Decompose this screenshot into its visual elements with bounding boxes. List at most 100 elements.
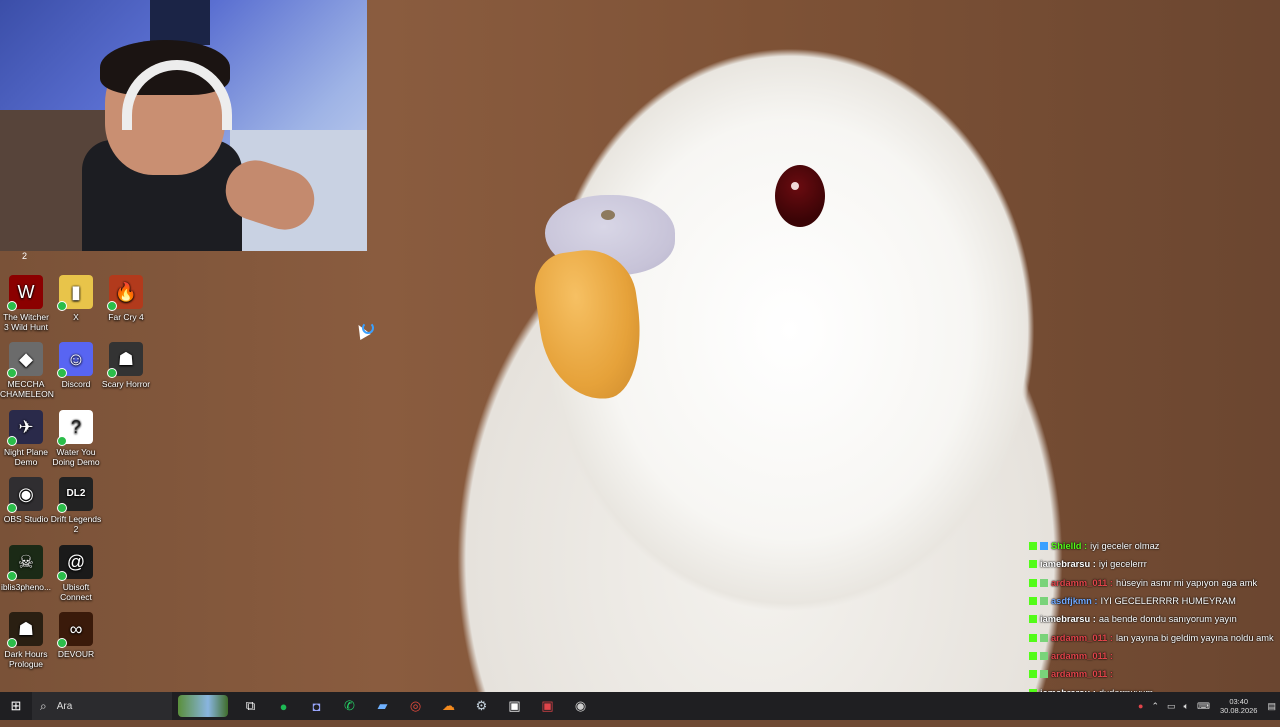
bird-eye-glint bbox=[791, 182, 799, 190]
chat-text: hüseyin asmr mi yapıyon aga amk bbox=[1116, 577, 1258, 588]
sync-check-icon bbox=[7, 301, 17, 311]
desktop-icon-label: Scary Horror bbox=[101, 379, 151, 389]
desktop-icon-label: Drift Legends 2 bbox=[50, 514, 102, 534]
chevron-up-icon[interactable]: ⌃ bbox=[1151, 701, 1159, 712]
chat-text: IYI GECELERRRR HUMEYRAM bbox=[1100, 596, 1236, 607]
sync-check-icon bbox=[7, 638, 17, 648]
stream-app-icon[interactable]: ▣ bbox=[531, 692, 564, 720]
witcher-icon: W bbox=[7, 275, 43, 311]
desktop-icon-label: Discord bbox=[61, 379, 91, 389]
chat-username[interactable]: ardamm_011 : bbox=[1051, 651, 1113, 661]
desktop-icon-label: Far Cry 4 bbox=[108, 312, 144, 322]
desktop-icon-folder[interactable]: ▮ X bbox=[50, 275, 102, 322]
desktop-icon-plane[interactable]: ✈ Night Plane Demo bbox=[0, 410, 52, 467]
chat-username[interactable]: asdfjkmn : bbox=[1051, 596, 1098, 606]
sync-check-icon bbox=[7, 436, 17, 446]
sync-check-icon bbox=[57, 436, 67, 446]
task-view-icon[interactable]: ⧉ bbox=[234, 692, 267, 720]
chat-message: iamebrarsu : iyi gecelerrr bbox=[1026, 555, 1280, 573]
chat-username[interactable]: ardamm_011 : bbox=[1051, 633, 1113, 643]
desktop-icon-chameleon[interactable]: ◆ MECCHA CHAMELEON bbox=[0, 342, 54, 399]
devour-icon: ∞ bbox=[57, 612, 93, 648]
kick-app-icon[interactable]: ▣ bbox=[498, 692, 531, 720]
notification-badge-icon[interactable]: ● bbox=[1138, 701, 1143, 711]
desktop-icon-label: MECCHA CHAMELEON bbox=[0, 379, 54, 399]
chrome-icon[interactable]: ◎ bbox=[399, 692, 432, 720]
clock-time: 03:40 bbox=[1229, 697, 1249, 706]
platform-badge-icon bbox=[1029, 597, 1037, 606]
desktop-icon-label: Ubisoft Connect bbox=[60, 582, 92, 602]
windows-start-icon[interactable]: ⊞ bbox=[0, 692, 32, 720]
ubisoft-icon: @ bbox=[57, 545, 93, 581]
chat-message: ardamm_011 : hüseyin asmr mi yapıyon aga … bbox=[1026, 574, 1280, 592]
desktop-icon-darkhours[interactable]: ☗ Dark Hours Prologue bbox=[0, 612, 52, 669]
desktop-icon-ubisoft[interactable]: @ Ubisoft Connect bbox=[50, 545, 102, 602]
whatsapp-icon[interactable]: ✆ bbox=[333, 692, 366, 720]
platform-badge-icon bbox=[1029, 651, 1037, 660]
desktop-icon-obs[interactable]: ◉ OBS Studio bbox=[0, 477, 52, 524]
desktop-icon-label: Dark Hours Prologue bbox=[4, 649, 48, 669]
user-badge-icon bbox=[1040, 633, 1048, 642]
desktop-icon-horror[interactable]: ☗ Scary Horror bbox=[100, 342, 152, 389]
desktop-icon-label: X bbox=[73, 312, 79, 322]
desktop-icon-devour[interactable]: ∞ DEVOUR bbox=[50, 612, 102, 659]
taskbar-search-input[interactable]: ⌕ Ara bbox=[32, 692, 172, 720]
chat-username[interactable]: iamebrarsu : bbox=[1040, 614, 1096, 624]
system-tray: ● ⌃ ▭ 🔈︎ ⌨ 03:40 30.08.2026 ▤ bbox=[1134, 692, 1280, 720]
horror-icon: ☗ bbox=[107, 342, 143, 378]
desktop-icon-iblis[interactable]: ☠ iblis3pheno... bbox=[0, 545, 52, 592]
desktop-icon-drift[interactable]: DL2 Drift Legends 2 bbox=[50, 477, 102, 534]
folder-icon: ▮ bbox=[57, 275, 93, 311]
chat-username[interactable]: iamebrarsu : bbox=[1040, 559, 1096, 569]
desktop-icon-label: DEVOUR bbox=[57, 649, 95, 659]
chat-username[interactable]: Shielld : bbox=[1051, 541, 1087, 551]
network-icon[interactable]: ▭ bbox=[1167, 701, 1176, 712]
chat-username[interactable]: ardamm_011 : bbox=[1051, 669, 1113, 679]
volume-icon[interactable]: 🔈︎ bbox=[1184, 701, 1189, 712]
webcam-shelf bbox=[150, 0, 210, 45]
desktop-icon-farcry[interactable]: 🔥 Far Cry 4 bbox=[100, 275, 152, 322]
webcam-overlay bbox=[0, 0, 367, 251]
chameleon-icon: ◆ bbox=[7, 342, 43, 378]
platform-badge-icon bbox=[1029, 633, 1037, 642]
obs-taskbar-icon[interactable]: ◉ bbox=[564, 692, 597, 720]
sync-check-icon bbox=[57, 503, 67, 513]
chat-message: ardamm_011 : lan yayına bi geldim yayına … bbox=[1026, 628, 1280, 646]
platform-badge-icon bbox=[1029, 542, 1037, 551]
chat-message: ardamm_011 : bbox=[1026, 665, 1280, 683]
bird-nostril bbox=[601, 210, 615, 220]
cloud-app-icon[interactable]: ☁ bbox=[432, 692, 465, 720]
sync-check-icon bbox=[7, 368, 17, 378]
taskbar-clock[interactable]: 03:40 30.08.2026 bbox=[1220, 697, 1258, 715]
files-icon[interactable]: ▰ bbox=[366, 692, 399, 720]
sync-check-icon bbox=[7, 571, 17, 581]
chat-message: ardamm_011 : bbox=[1026, 647, 1280, 665]
discord-icon: ☺ bbox=[57, 342, 93, 378]
desktop-icon-question[interactable]: ? Water You Doing Demo bbox=[50, 410, 102, 467]
chat-message: asdfjkmn : IYI GECELERRRR HUMEYRAM bbox=[1026, 592, 1280, 610]
camera-app-icon[interactable]: ◘ bbox=[300, 692, 333, 720]
sync-check-icon bbox=[57, 368, 67, 378]
chat-message: iamebrarsu : aa bende dondu sanıyorum yay… bbox=[1026, 610, 1280, 628]
spotify-icon[interactable]: ● bbox=[267, 692, 300, 720]
sync-check-icon bbox=[57, 571, 67, 581]
sync-check-icon bbox=[107, 368, 117, 378]
platform-badge-icon bbox=[1029, 578, 1037, 587]
steam-icon[interactable]: ⚙ bbox=[465, 692, 498, 720]
user-badge-icon bbox=[1040, 670, 1048, 679]
platform-badge-icon bbox=[1029, 615, 1037, 624]
user-badge-icon bbox=[1040, 597, 1048, 606]
obs-icon: ◉ bbox=[7, 477, 43, 513]
taskbar-apps: ⧉ ● ◘ ✆ ▰ ◎ ☁ ⚙ ▣ ▣ ◉ bbox=[234, 692, 597, 720]
darkhours-icon: ☗ bbox=[7, 612, 43, 648]
desktop-icon-discord[interactable]: ☺ Discord bbox=[50, 342, 102, 389]
chat-text: lan yayına bi geldim yayına noldu amk bbox=[1116, 632, 1274, 643]
weather-widget[interactable] bbox=[178, 695, 228, 717]
sync-check-icon bbox=[57, 638, 67, 648]
desktop-icon-witcher[interactable]: W The Witcher 3 Wild Hunt bbox=[0, 275, 52, 332]
action-center-icon[interactable]: ▤ bbox=[1267, 701, 1276, 712]
chat-username[interactable]: ardamm_011 : bbox=[1051, 578, 1113, 588]
plane-icon: ✈ bbox=[7, 410, 43, 446]
keyboard-icon[interactable]: ⌨ bbox=[1197, 701, 1210, 712]
sync-check-icon bbox=[7, 503, 17, 513]
